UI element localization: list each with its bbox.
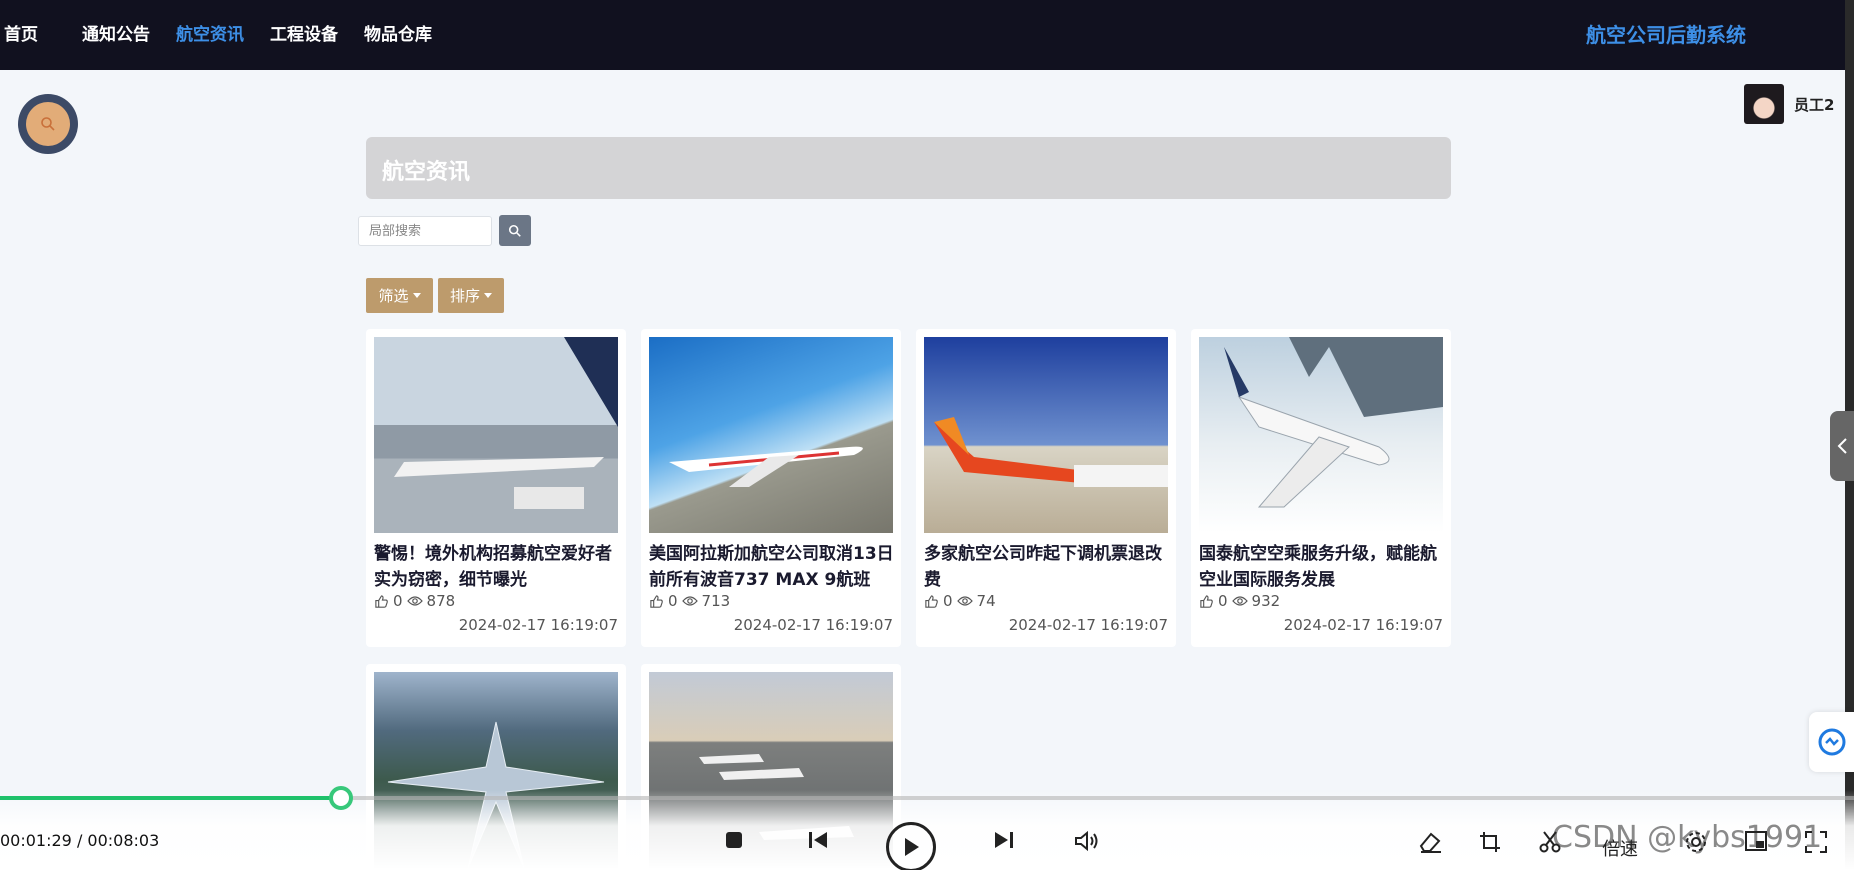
article-stats: 0 713 [649, 592, 730, 610]
article-stats: 0 74 [924, 592, 996, 610]
progress-handle[interactable] [329, 786, 353, 810]
nav-item-home[interactable]: 首页 [4, 20, 38, 45]
side-collapse-tab[interactable] [1830, 411, 1854, 481]
brand-title: 航空公司后勤系统 [1586, 23, 1746, 47]
article-date: 2024-02-17 16:19:07 [458, 616, 618, 634]
skip-next-icon [995, 832, 1013, 848]
stop-icon [726, 832, 742, 848]
nav-item-notices[interactable]: 通知公告 [82, 20, 150, 45]
sort-dropdown[interactable]: 排序 [438, 278, 504, 313]
page-title-banner: 航空资讯 [366, 137, 1451, 199]
thumbs-up-icon[interactable] [924, 594, 939, 609]
eye-icon [956, 596, 973, 606]
eye-icon [1231, 596, 1248, 606]
volume-button[interactable] [1074, 830, 1102, 852]
crop-icon [1480, 832, 1500, 852]
previous-button[interactable] [806, 830, 830, 850]
article-card[interactable]: 警惕！境外机构招募航空爱好者实为窃密，细节曝光 0 878 2024-02-17… [366, 329, 626, 647]
article-title[interactable]: 警惕！境外机构招募航空爱好者实为窃密，细节曝光 [374, 541, 620, 593]
article-card[interactable]: 国泰航空空乘服务升级，赋能航空业国际服务发展 0 932 2024-02-17 … [1191, 329, 1451, 647]
article-title[interactable]: 多家航空公司昨起下调机票退改费 [924, 541, 1170, 593]
like-count: 0 [1218, 592, 1228, 610]
page-title: 航空资讯 [382, 160, 471, 185]
article-card[interactable]: 美国阿拉斯加航空公司取消13日前所有波音737 MAX 9航班 0 713 20… [641, 329, 901, 647]
search-icon [508, 224, 521, 237]
view-count: 713 [701, 592, 731, 610]
nav-item-aviation-news[interactable]: 航空资讯 [176, 20, 244, 45]
search-icon [41, 117, 55, 131]
play-icon [905, 838, 919, 856]
stop-button[interactable] [722, 830, 746, 850]
skip-previous-icon [809, 832, 827, 848]
caret-down-icon [412, 293, 421, 298]
side-assistant-badge[interactable] [1809, 712, 1854, 772]
volume-icon [1075, 830, 1098, 852]
like-count: 0 [393, 592, 403, 610]
view-count: 932 [1251, 592, 1281, 610]
view-count: 74 [976, 592, 996, 610]
article-stats: 0 878 [374, 592, 455, 610]
thumbs-up-icon[interactable] [374, 594, 389, 609]
progress-fill [0, 796, 341, 800]
thumbs-up-icon[interactable] [649, 594, 664, 609]
assistant-logo-icon [1818, 728, 1845, 756]
article-image[interactable] [1199, 337, 1443, 533]
nav-item-equipment[interactable]: 工程设备 [270, 20, 338, 45]
eye-icon [681, 596, 698, 606]
play-button[interactable] [886, 822, 936, 870]
thumbs-up-icon[interactable] [1199, 594, 1214, 609]
local-search-input[interactable] [358, 216, 492, 246]
filter-label: 筛选 [378, 287, 409, 305]
search-button[interactable] [499, 215, 531, 246]
article-image[interactable] [649, 337, 893, 533]
crop-button[interactable] [1476, 830, 1504, 854]
article-title[interactable]: 美国阿拉斯加航空公司取消13日前所有波音737 MAX 9航班 [649, 541, 895, 593]
user-menu[interactable]: 员工2 [1744, 84, 1834, 124]
eraser-button[interactable] [1416, 830, 1444, 854]
sort-label: 排序 [449, 287, 480, 305]
nav-item-warehouse[interactable]: 物品仓库 [364, 20, 432, 45]
article-date: 2024-02-17 16:19:07 [733, 616, 893, 634]
article-image[interactable] [374, 337, 618, 533]
caret-down-icon [484, 293, 492, 298]
eraser-icon [1419, 832, 1441, 853]
view-count: 878 [426, 592, 456, 610]
eye-icon [406, 596, 423, 606]
top-navbar: 首页 通知公告 航空资讯 工程设备 物品仓库 航空公司后勤系统 [0, 0, 1845, 70]
avatar[interactable] [1744, 84, 1784, 124]
username: 员工2 [1794, 95, 1835, 114]
article-stats: 0 932 [1199, 592, 1280, 610]
filter-dropdown[interactable]: 筛选 [366, 278, 433, 313]
chevron-left-icon [1837, 438, 1847, 454]
watermark: CSDN @kybs1991 [1552, 820, 1823, 855]
floating-search-button[interactable] [18, 94, 78, 154]
article-card[interactable]: 多家航空公司昨起下调机票退改费 0 74 2024-02-17 16:19:07 [916, 329, 1176, 647]
next-button[interactable] [992, 830, 1016, 850]
article-title[interactable]: 国泰航空空乘服务升级，赋能航空业国际服务发展 [1199, 541, 1445, 593]
playback-time: 00:01:29 / 00:08:03 [0, 831, 160, 850]
article-date: 2024-02-17 16:19:07 [1283, 616, 1443, 634]
article-image[interactable] [924, 337, 1168, 533]
like-count: 0 [668, 592, 678, 610]
article-date: 2024-02-17 16:19:07 [1008, 616, 1168, 634]
like-count: 0 [943, 592, 953, 610]
